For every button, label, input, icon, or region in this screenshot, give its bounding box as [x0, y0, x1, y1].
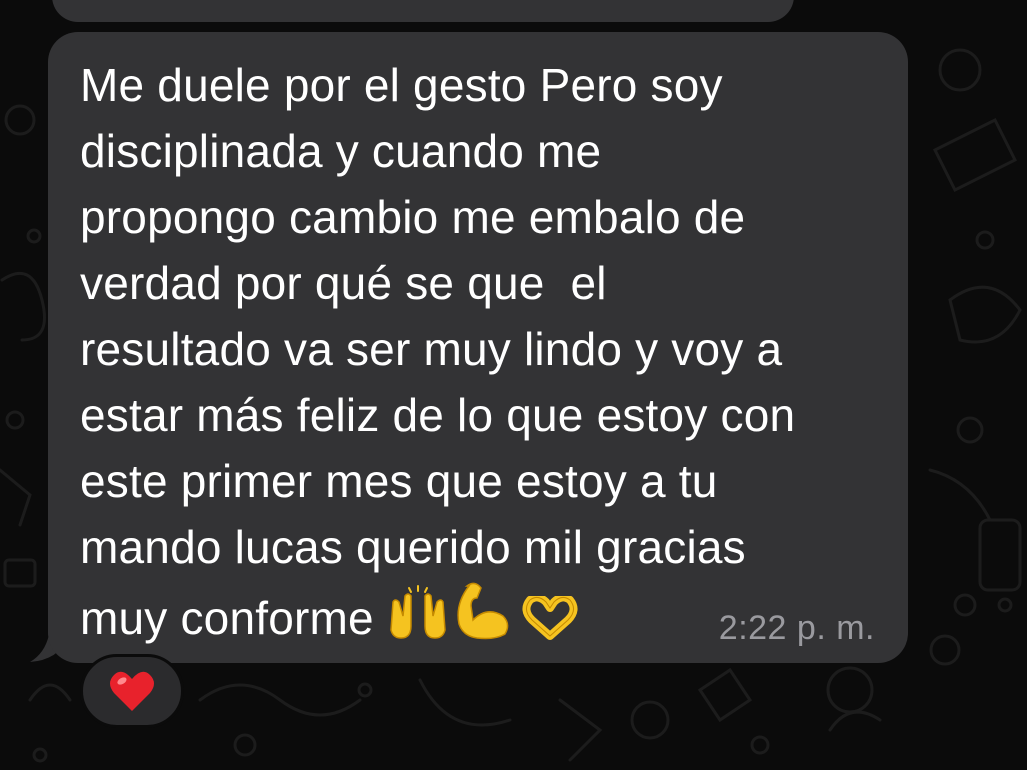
flexed-biceps-icon: [453, 580, 515, 657]
heart-icon: [110, 671, 154, 711]
raising-hands-icon: [387, 584, 449, 657]
message-timestamp: 2:22 p. m.: [718, 609, 875, 647]
heart-hands-icon: [519, 591, 581, 657]
previous-message-bubble[interactable]: [52, 0, 794, 22]
reaction-badge[interactable]: [80, 654, 184, 728]
message-text: Me duele por el gesto Pero soy disciplin…: [80, 52, 900, 657]
